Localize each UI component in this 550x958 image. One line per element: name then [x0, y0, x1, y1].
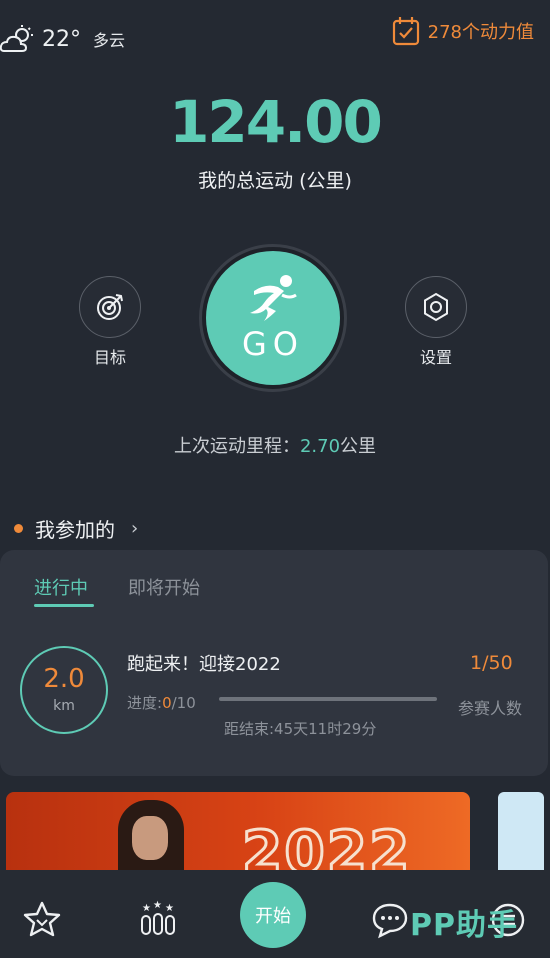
progress-total: /10 [171, 694, 196, 712]
tab-upcoming[interactable]: 即将开始 [128, 574, 200, 600]
ranking-icon[interactable]: ★ ★ ★ [138, 900, 178, 940]
start-button[interactable]: 开始 [240, 882, 306, 948]
event-title: 跑起来！迎接2022 [127, 654, 281, 675]
bottom-nav: ★ ★ ★ 开始 PP助手 [0, 870, 550, 958]
watermark-logo: PP助手 [410, 908, 518, 943]
settings-label: 设置 [419, 348, 452, 367]
progress-bar [219, 697, 437, 701]
svg-text:★: ★ [153, 900, 162, 911]
promo-banner-next[interactable] [498, 792, 544, 872]
weather-condition: 多云 [93, 31, 126, 50]
gear-icon [424, 292, 448, 322]
last-run-distance: 上次运动里程：2.70公里 [0, 432, 550, 458]
star-medal-icon[interactable] [22, 900, 62, 940]
go-button[interactable]: GO [206, 251, 340, 385]
settings-button[interactable] [405, 276, 467, 338]
goal-button[interactable] [79, 276, 141, 338]
event-distance-badge: 2.0 km [20, 646, 108, 734]
svg-text:★: ★ [142, 903, 151, 914]
go-label: GO [242, 325, 304, 363]
total-distance: 124.00 [169, 88, 383, 156]
banner-athlete-face [132, 816, 168, 860]
energy-points[interactable]: 278个动力值 [392, 16, 534, 46]
joined-section-header[interactable]: 我参加的 › [14, 514, 138, 543]
active-tab-indicator [34, 604, 94, 607]
joined-title: 我参加的 [35, 518, 115, 542]
tab-ongoing[interactable]: 进行中 [34, 574, 88, 600]
partly-cloudy-icon [0, 25, 33, 52]
total-distance-label: 我的总运动 (公里) [198, 170, 352, 192]
go-button-ring: GO [199, 244, 347, 392]
energy-text: 278个动力值 [427, 22, 534, 43]
svg-text:★: ★ [165, 903, 174, 914]
event-countdown: 距结束:45天11时29分 [224, 720, 377, 738]
participants-label: 参赛人数 [458, 699, 523, 718]
calendar-check-icon [392, 17, 419, 46]
target-icon [97, 294, 123, 320]
last-run-value: 2.70 [299, 436, 341, 457]
last-run-unit: 公里 [340, 436, 377, 457]
progress-prefix: 进度: [127, 694, 163, 712]
event-distance-value: 2.0 [43, 664, 85, 694]
event-distance-unit: km [53, 698, 75, 714]
chevron-right-icon: › [131, 518, 139, 539]
progress-current: 0 [162, 694, 172, 712]
weather-widget: 22° 多云 [0, 22, 125, 56]
goal-label: 目标 [93, 348, 126, 367]
runner-icon [250, 275, 297, 321]
participants-count: 1/50 [470, 652, 513, 674]
event-card[interactable]: 进行中 即将开始 2.0 km 跑起来！迎接2022 进度:0/10 距结束:4… [0, 550, 548, 776]
chat-icon[interactable] [370, 900, 410, 940]
section-dot [14, 524, 23, 533]
temperature: 22° [42, 26, 81, 52]
last-run-prefix: 上次运动里程： [173, 436, 300, 457]
promo-banner[interactable]: 2022 [6, 792, 470, 882]
progress-label: 进度:0/10 [127, 692, 196, 713]
